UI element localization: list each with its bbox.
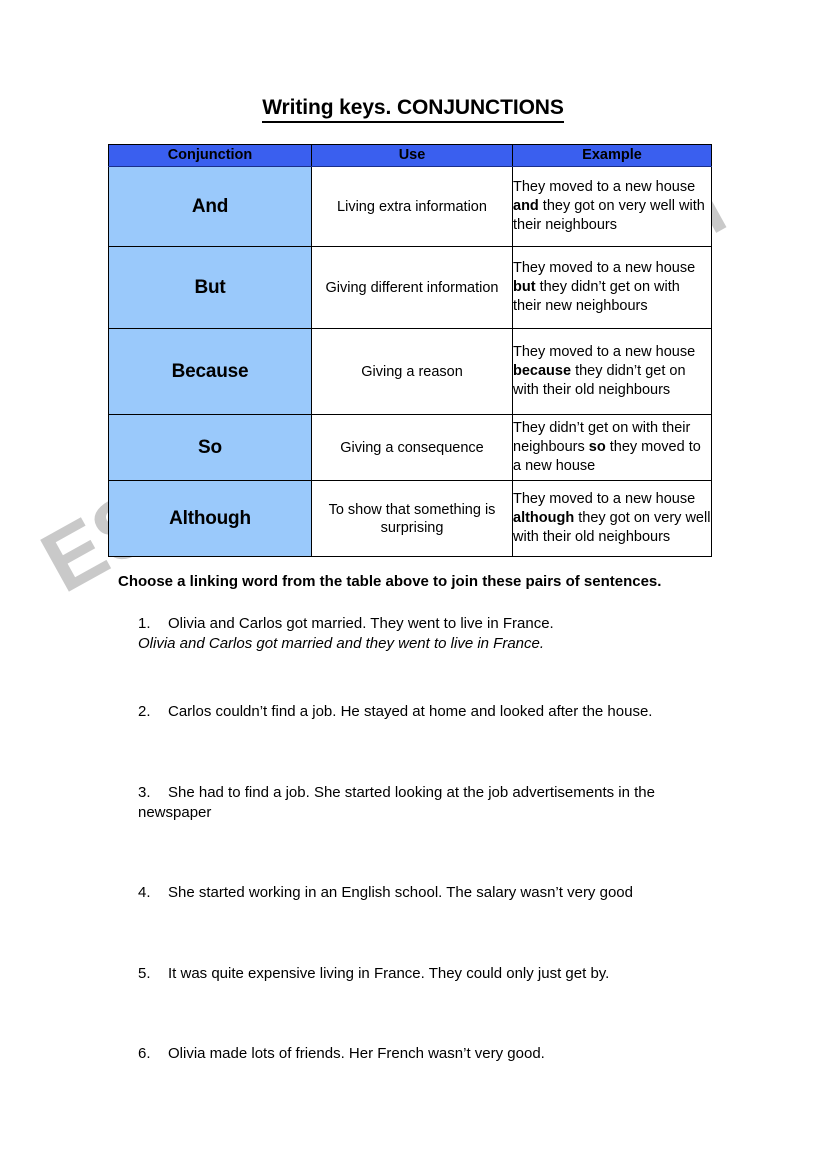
list-item-body: Olivia and Carlos got married. They went… — [138, 615, 738, 654]
cell-use: Giving different information — [311, 246, 513, 329]
list-item-prompt: Carlos couldn’t find a job. He stayed at… — [168, 703, 653, 720]
example-conjunction-highlight: because — [513, 363, 572, 379]
cell-use: Giving a reason — [311, 328, 513, 415]
list-item-prompt: Olivia made lots of friends. Her French … — [168, 1045, 545, 1062]
table-body: And Living extra information They moved to… — [108, 166, 712, 557]
cell-conjunction: Because — [108, 328, 312, 415]
column-header-use: Use — [311, 144, 513, 167]
cell-use: Living extra information — [311, 166, 513, 247]
list-item-prompt: She had to find a job. She started looki… — [138, 784, 655, 821]
table-row: Because Giving a reason They moved to a ne… — [108, 328, 712, 415]
list-item-body: Olivia made lots of friends. Her French … — [168, 1045, 545, 1062]
column-header-conjunction: Conjunction — [108, 144, 312, 167]
list-item-prompt: She started working in an English school… — [168, 884, 633, 901]
conjunctions-table: Conjunction Use Example And Living extra … — [108, 144, 712, 557]
exercise-instruction: Choose a linking word from the table abo… — [118, 573, 662, 590]
example-conjunction-highlight: so — [588, 439, 606, 455]
list-item-body: Carlos couldn’t find a job. He stayed at… — [168, 703, 652, 720]
cell-example: They moved to a new house because they d… — [512, 328, 712, 415]
list-item-body: She started working in an English school… — [168, 884, 633, 901]
cell-example: They moved to a new house and they got o… — [512, 166, 712, 247]
page-title: Writing keys. CONJUNCTIONS — [0, 96, 826, 123]
cell-conjunction: And — [108, 166, 312, 247]
column-header-example: Example — [512, 144, 712, 167]
list-item: 3. She had to find a job. She started loo… — [138, 783, 708, 823]
list-item-number: 5. — [138, 965, 151, 982]
list-item-prompt: Olivia and Carlos got married. They went… — [168, 615, 554, 632]
cell-example: They moved to a new house although they … — [512, 480, 712, 557]
example-conjunction-highlight: but — [513, 279, 536, 295]
list-item-number: 3. — [138, 784, 151, 801]
list-item: 1. Olivia and Carlos got married. They we… — [138, 614, 738, 654]
table-row: Although To show that something is surpri… — [108, 480, 712, 557]
example-conjunction-highlight: and — [513, 198, 539, 214]
list-item-number: 2. — [138, 703, 151, 720]
cell-use: Giving a consequence — [311, 414, 513, 481]
list-item-prompt: It was quite expensive living in France.… — [168, 965, 610, 982]
list-item-body: She had to find a job. She started looki… — [138, 784, 655, 821]
cell-example: They moved to a new house but they didn’… — [512, 246, 712, 329]
list-item: 5. It was quite expensive living in Franc… — [138, 964, 738, 984]
table-row: So Giving a consequence They didn’t get on… — [108, 414, 712, 481]
list-item-answer: Olivia and Carlos got married and they w… — [138, 635, 545, 652]
worksheet-page: Writing keys. CONJUNCTIONS Conjunction U… — [0, 0, 826, 1169]
page-title-text: Writing keys. CONJUNCTIONS — [262, 96, 564, 123]
example-conjunction-highlight: although — [513, 510, 575, 526]
list-item: 2. Carlos couldn’t find a job. He stayed … — [138, 702, 738, 722]
list-item: 4. She started working in an English scho… — [138, 883, 738, 903]
list-item-number: 6. — [138, 1045, 151, 1062]
cell-use: To show that something is surprising — [311, 480, 513, 557]
table-row: But Giving different information They move… — [108, 246, 712, 329]
list-item-number: 4. — [138, 884, 151, 901]
cell-conjunction: But — [108, 246, 312, 329]
list-item-body: It was quite expensive living in France.… — [168, 965, 609, 982]
table-row: And Living extra information They moved to… — [108, 166, 712, 247]
cell-conjunction: So — [108, 414, 312, 481]
table-header-row: Conjunction Use Example — [108, 144, 712, 167]
cell-conjunction: Although — [108, 480, 312, 557]
cell-example: They didn’t get on with their neighbours… — [512, 414, 712, 481]
list-item-number: 1. — [138, 615, 151, 632]
list-item: 6. Olivia made lots of friends. Her Frenc… — [138, 1044, 738, 1064]
